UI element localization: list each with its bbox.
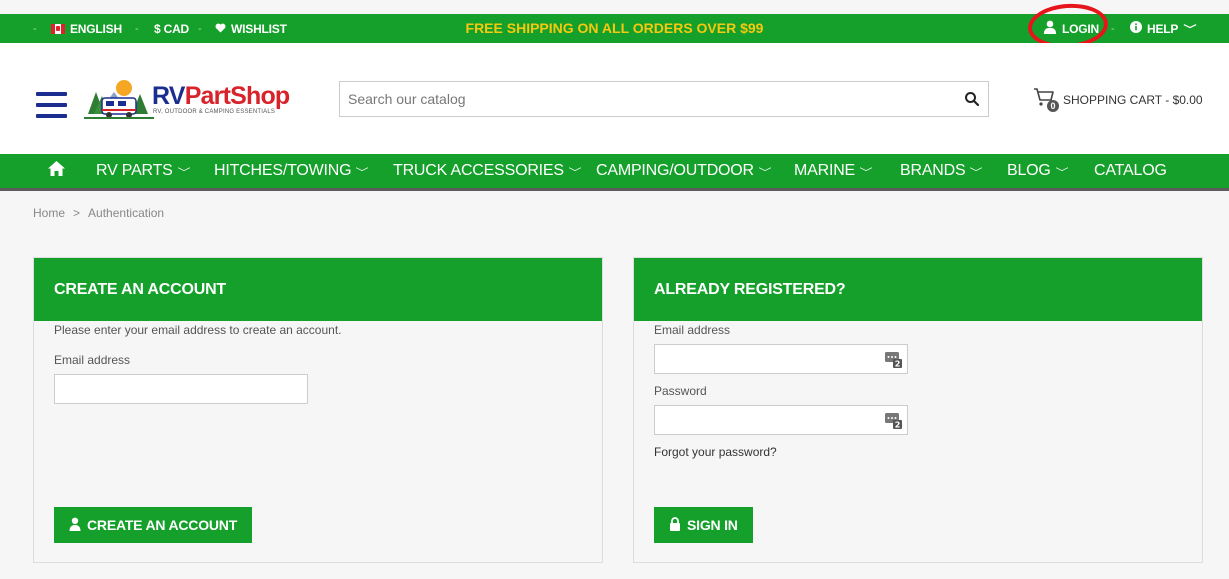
- nav-item-catalog[interactable]: CATALOG: [1094, 154, 1167, 188]
- nav-item-camping-outdoor[interactable]: CAMPING/OUTDOOR ﹀: [596, 154, 772, 188]
- site-header: RVPartShop RV, OUTDOOR & CAMPING ESSENTI…: [0, 43, 1229, 154]
- nav-item-marine[interactable]: MARINE ﹀: [794, 154, 873, 188]
- user-icon: [69, 517, 81, 534]
- breadcrumb-separator: >: [73, 206, 81, 220]
- create-email-field[interactable]: [55, 375, 307, 403]
- chevron-down-icon: ﹀: [1055, 167, 1068, 179]
- help-label: HELP: [1147, 21, 1179, 36]
- nav-item-label: BLOG: [1007, 162, 1051, 179]
- breadcrumb: Home > Authentication: [33, 206, 164, 220]
- currency-selector[interactable]: $ CAD: [154, 14, 189, 43]
- breadcrumb-current: Authentication: [88, 206, 165, 220]
- separator: -: [198, 22, 202, 35]
- shopping-cart[interactable]: 0 SHOPPING CART - $0.00: [1033, 87, 1203, 113]
- cart-label: SHOPPING CART - $0.00: [1063, 93, 1203, 107]
- language-selector[interactable]: ENGLISH: [51, 14, 122, 43]
- create-account-button-label: CREATE AN ACCOUNT: [87, 517, 238, 533]
- login-email-field[interactable]: [655, 345, 907, 373]
- heart-icon: [215, 22, 226, 36]
- logo-tagline: RV, OUTDOOR & CAMPING ESSENTIALS: [153, 109, 276, 115]
- chevron-down-icon: ﹀: [568, 167, 582, 179]
- login-title: ALREADY REGISTERED?: [634, 258, 1202, 321]
- login-panel: ALREADY REGISTERED? Email address 2 Pass…: [633, 257, 1203, 563]
- logo-rv-text: RV: [152, 82, 185, 110]
- chevron-down-icon: ﹀: [177, 167, 190, 179]
- canada-flag-icon: [51, 23, 65, 34]
- create-account-intro: Please enter your email address to creat…: [54, 323, 342, 337]
- svg-text:2: 2: [895, 421, 901, 430]
- forgot-password-link[interactable]: Forgot your password?: [654, 445, 777, 459]
- search-bar: [339, 81, 989, 117]
- search-input[interactable]: [340, 82, 940, 116]
- create-account-title: CREATE AN ACCOUNT: [34, 258, 602, 321]
- home-icon: [47, 160, 66, 182]
- nav-divider: [0, 188, 1229, 191]
- chevron-down-icon: ﹀: [1183, 25, 1197, 36]
- lock-icon: [669, 516, 681, 534]
- chevron-down-icon: ﹀: [970, 167, 983, 179]
- separator: -: [1111, 22, 1115, 35]
- cart-icon: 0: [1033, 87, 1059, 113]
- hamburger-menu-icon[interactable]: [36, 92, 67, 118]
- nav-item-blog[interactable]: BLOG ﹀: [1007, 154, 1068, 188]
- nav-item-label: TRUCK ACCESSORIES: [393, 162, 564, 179]
- password-field-wrapper: 2: [654, 405, 908, 435]
- site-logo[interactable]: RVPartShop RV, OUTDOOR & CAMPING ESSENTI…: [84, 78, 306, 124]
- login-email-field-wrapper: 2: [654, 344, 908, 374]
- password-label: Password: [654, 384, 707, 398]
- nav-item-label: BRANDS: [900, 162, 966, 179]
- create-account-button[interactable]: CREATE AN ACCOUNT: [54, 507, 253, 543]
- rv-logo-icon: [84, 80, 154, 119]
- info-icon: [1130, 21, 1142, 36]
- nav-item-truck-accessories[interactable]: TRUCK ACCESSORIES ﹀: [393, 154, 582, 188]
- chevron-down-icon: ﹀: [758, 167, 772, 179]
- cart-count-badge: 0: [1047, 100, 1059, 112]
- currency-label: $ CAD: [154, 21, 190, 36]
- chevron-down-icon: ﹀: [859, 167, 873, 179]
- separator: -: [33, 22, 37, 35]
- svg-text:2: 2: [895, 360, 901, 369]
- search-icon[interactable]: [964, 91, 980, 107]
- nav-item-hitches-towing[interactable]: HITCHES/TOWING ﹀: [214, 154, 369, 188]
- help-menu[interactable]: HELP ﹀: [1130, 14, 1197, 43]
- password-manager-icon[interactable]: 2: [885, 412, 902, 430]
- nav-item-brands[interactable]: BRANDS ﹀: [900, 154, 983, 188]
- nav-item-rv-parts[interactable]: RV PARTS ﹀: [96, 154, 190, 188]
- wishlist-label: WISHLIST: [231, 21, 287, 36]
- logo-partshop-text: PartShop: [184, 82, 291, 110]
- wishlist-link[interactable]: WISHLIST: [215, 14, 287, 43]
- nav-item-label: HITCHES/TOWING: [214, 162, 352, 179]
- breadcrumb-home-link[interactable]: Home: [33, 206, 65, 220]
- password-field[interactable]: [655, 406, 907, 434]
- language-label: ENGLISH: [70, 21, 122, 36]
- free-shipping-promo: FREE SHIPPING ON ALL ORDERS OVER $99: [465, 20, 764, 36]
- sign-in-button[interactable]: SIGN IN: [654, 507, 753, 543]
- nav-home[interactable]: [47, 154, 66, 188]
- create-account-panel: CREATE AN ACCOUNT Please enter your emai…: [33, 257, 603, 563]
- create-email-label: Email address: [54, 353, 131, 367]
- create-email-field-wrapper: [54, 374, 308, 404]
- main-navigation: RV PARTS ﹀ HITCHES/TOWING ﹀ TRUCK ACCESSOR…: [0, 154, 1229, 188]
- login-email-label: Email address: [654, 323, 731, 337]
- sign-in-button-label: SIGN IN: [687, 517, 738, 533]
- nav-item-label: RV PARTS: [96, 162, 173, 179]
- nav-item-label: CAMPING/OUTDOOR: [596, 162, 754, 179]
- separator: -: [135, 22, 139, 35]
- nav-item-label: CATALOG: [1094, 162, 1167, 179]
- password-manager-icon[interactable]: 2: [885, 351, 902, 369]
- chevron-down-icon: ﹀: [355, 167, 369, 179]
- nav-item-label: MARINE: [794, 162, 856, 179]
